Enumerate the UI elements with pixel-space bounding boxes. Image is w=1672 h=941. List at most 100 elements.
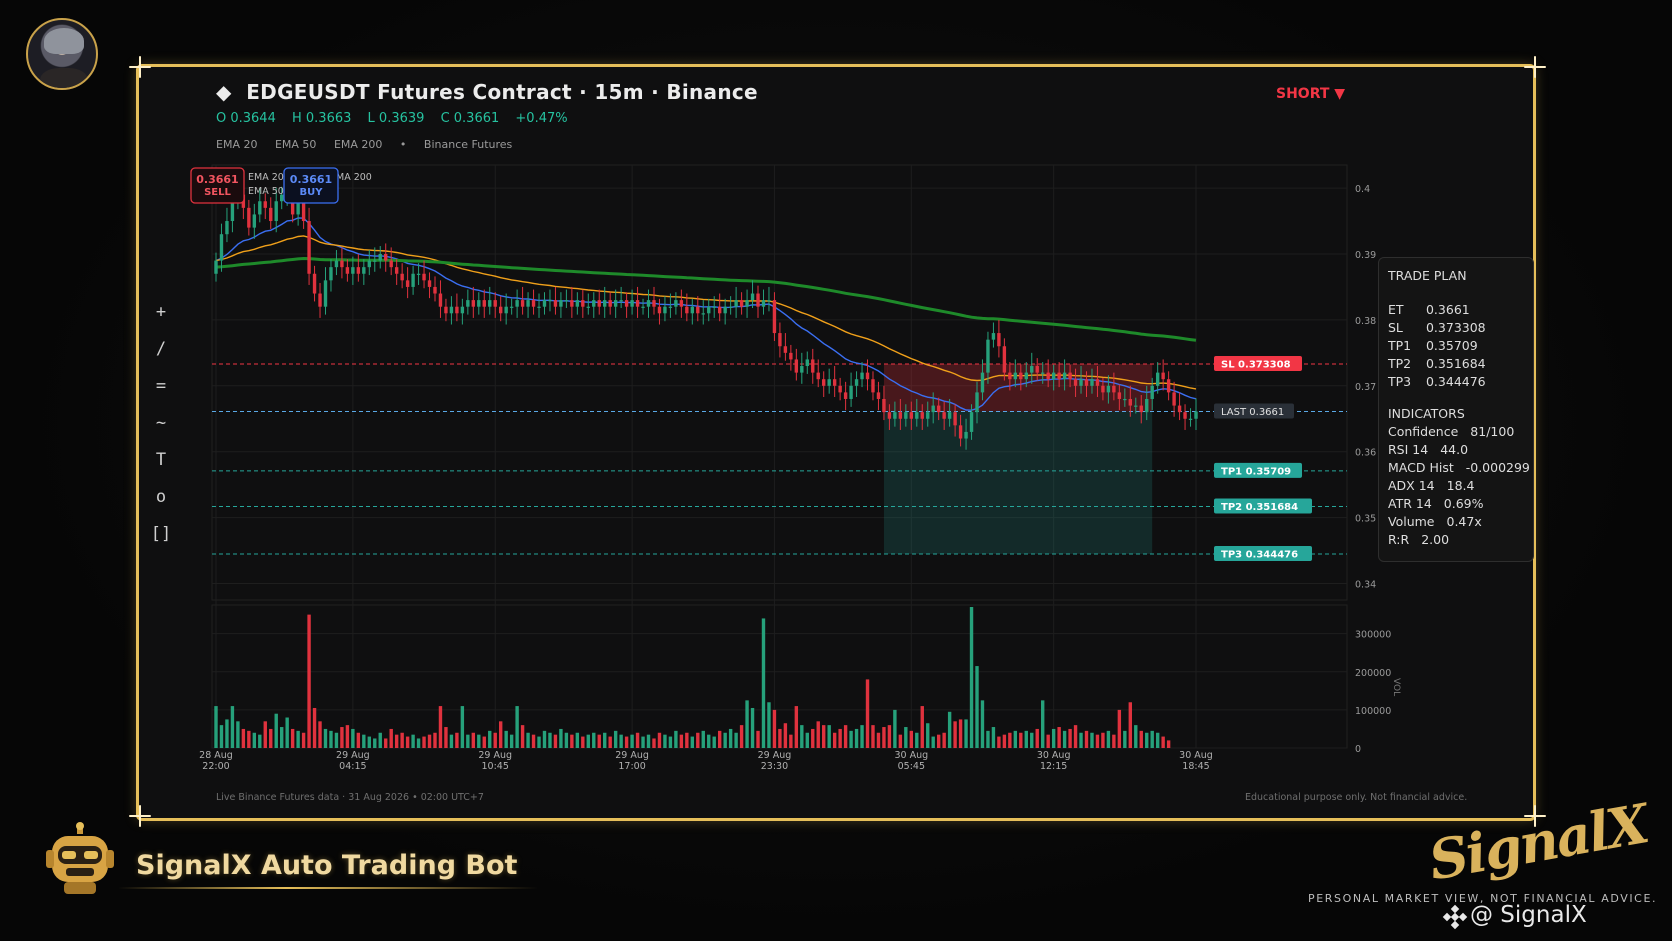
indicator-value: 2.00 bbox=[1421, 532, 1450, 547]
volume-bar bbox=[871, 725, 875, 748]
candle-body bbox=[707, 306, 711, 314]
volume-bar bbox=[854, 728, 859, 748]
candle-body bbox=[449, 306, 454, 314]
candle-body bbox=[909, 412, 914, 419]
candle-body bbox=[915, 412, 919, 419]
candle-body bbox=[920, 412, 924, 419]
candle-body bbox=[504, 306, 508, 314]
volume-bar bbox=[482, 736, 486, 748]
candle-body bbox=[991, 333, 996, 340]
trade-plan-key: SL bbox=[1388, 320, 1403, 335]
indicator-value: 0.47x bbox=[1446, 514, 1482, 529]
candle-body bbox=[274, 201, 278, 222]
candle-body bbox=[674, 300, 678, 307]
candle-body bbox=[219, 234, 224, 261]
volume-bar bbox=[258, 734, 262, 748]
candle-body bbox=[559, 300, 563, 307]
tp1-label: TP1 0.35709 bbox=[1214, 462, 1302, 478]
volume-bar bbox=[942, 732, 946, 748]
candle-body bbox=[898, 412, 903, 419]
reward-zone bbox=[883, 411, 1153, 555]
indicator-value: 0.69% bbox=[1443, 496, 1484, 511]
candle-body bbox=[433, 286, 437, 294]
volume-bar bbox=[701, 730, 705, 748]
social-handle[interactable]: @ SignalX bbox=[1470, 902, 1587, 928]
volume-bar bbox=[1035, 728, 1039, 748]
candle-body bbox=[843, 392, 848, 399]
candle-body bbox=[252, 214, 257, 228]
candle-body bbox=[778, 333, 782, 347]
candle-body bbox=[1106, 385, 1111, 393]
candle-body bbox=[1095, 379, 1100, 386]
trade-plan-key: ET bbox=[1388, 302, 1404, 317]
candle-body bbox=[805, 359, 809, 367]
candle-body bbox=[1041, 372, 1045, 374]
trade-plan-title: TRADE PLAN bbox=[1388, 268, 1467, 283]
volume-bar bbox=[1106, 730, 1111, 748]
volume-bar bbox=[252, 732, 257, 748]
volume-bar bbox=[898, 734, 903, 748]
volume-bar bbox=[1051, 728, 1056, 748]
volume-bar bbox=[1090, 732, 1094, 748]
volume-bar bbox=[214, 706, 218, 748]
robot-logo-icon bbox=[46, 822, 114, 894]
candle-body bbox=[1051, 372, 1056, 380]
time-tick-date: 29 Aug bbox=[336, 750, 370, 761]
volume-bar bbox=[263, 721, 267, 748]
indicator-row: ADX 14 18.4 bbox=[1388, 478, 1524, 496]
sell-button[interactable]: 0.3661 SELL bbox=[190, 167, 245, 204]
candle-body bbox=[427, 280, 432, 287]
candle-body bbox=[1046, 372, 1050, 380]
volume-bar bbox=[488, 730, 492, 748]
volume-bar bbox=[991, 727, 996, 748]
candle-body bbox=[668, 306, 673, 308]
indicator-key: R:R bbox=[1388, 532, 1410, 547]
price-tick-label: 0.34 bbox=[1355, 580, 1376, 591]
candle-body bbox=[455, 306, 459, 314]
candle-body bbox=[400, 273, 404, 281]
volume-bar bbox=[1166, 740, 1171, 748]
candle-body bbox=[838, 385, 842, 393]
volume-bar bbox=[827, 725, 831, 748]
buy-button[interactable]: 0.3661 BUY bbox=[283, 167, 339, 204]
candle-body bbox=[630, 300, 634, 307]
candle-body bbox=[384, 253, 388, 261]
candle-body bbox=[646, 300, 651, 307]
trade-plan-value: 0.3661 bbox=[1425, 302, 1470, 317]
volume-bar bbox=[400, 732, 404, 748]
volume-bar bbox=[394, 734, 399, 748]
trade-plan-value: 0.351684 bbox=[1425, 356, 1486, 371]
volume-bar bbox=[1117, 709, 1122, 748]
volume-bar bbox=[893, 709, 897, 748]
volume-bar bbox=[936, 734, 941, 748]
volume-bar bbox=[1019, 732, 1023, 748]
candle-body bbox=[1024, 372, 1028, 380]
candle-body bbox=[367, 260, 371, 268]
volume-bar bbox=[767, 702, 771, 748]
volume-bar bbox=[1068, 728, 1072, 748]
volume-bar bbox=[603, 732, 607, 748]
volume-bar bbox=[307, 614, 311, 748]
candle-body bbox=[887, 412, 892, 419]
candle-body bbox=[876, 392, 881, 399]
candle-body bbox=[1057, 372, 1061, 380]
candle-body bbox=[685, 306, 689, 314]
candle-body bbox=[225, 221, 229, 235]
volume-bar bbox=[575, 732, 580, 748]
candle-body bbox=[542, 300, 547, 307]
trade-plan-row: SL 0.373308 bbox=[1388, 320, 1524, 338]
price-tick-label: 0.36 bbox=[1355, 448, 1376, 459]
candle-body bbox=[515, 300, 519, 307]
volume-bar bbox=[668, 736, 673, 748]
overlay-ema50: EMA 50 bbox=[248, 186, 284, 197]
candle-body bbox=[471, 300, 476, 307]
tp3-label-text: TP3 0.344476 bbox=[1221, 550, 1298, 561]
volume-bar bbox=[570, 734, 574, 748]
candle-body bbox=[783, 346, 788, 353]
candle-body bbox=[1013, 372, 1018, 380]
indicator-key: MACD Hist bbox=[1388, 460, 1454, 475]
volume-bar bbox=[717, 730, 722, 748]
volume-bar bbox=[608, 736, 612, 748]
sl-label: SL 0.373308 bbox=[1214, 355, 1302, 371]
chart-axes: 0.4 0.39 0.38 0.37 0.36 0.35 0.34 300000 200000 1… bbox=[199, 184, 1401, 772]
